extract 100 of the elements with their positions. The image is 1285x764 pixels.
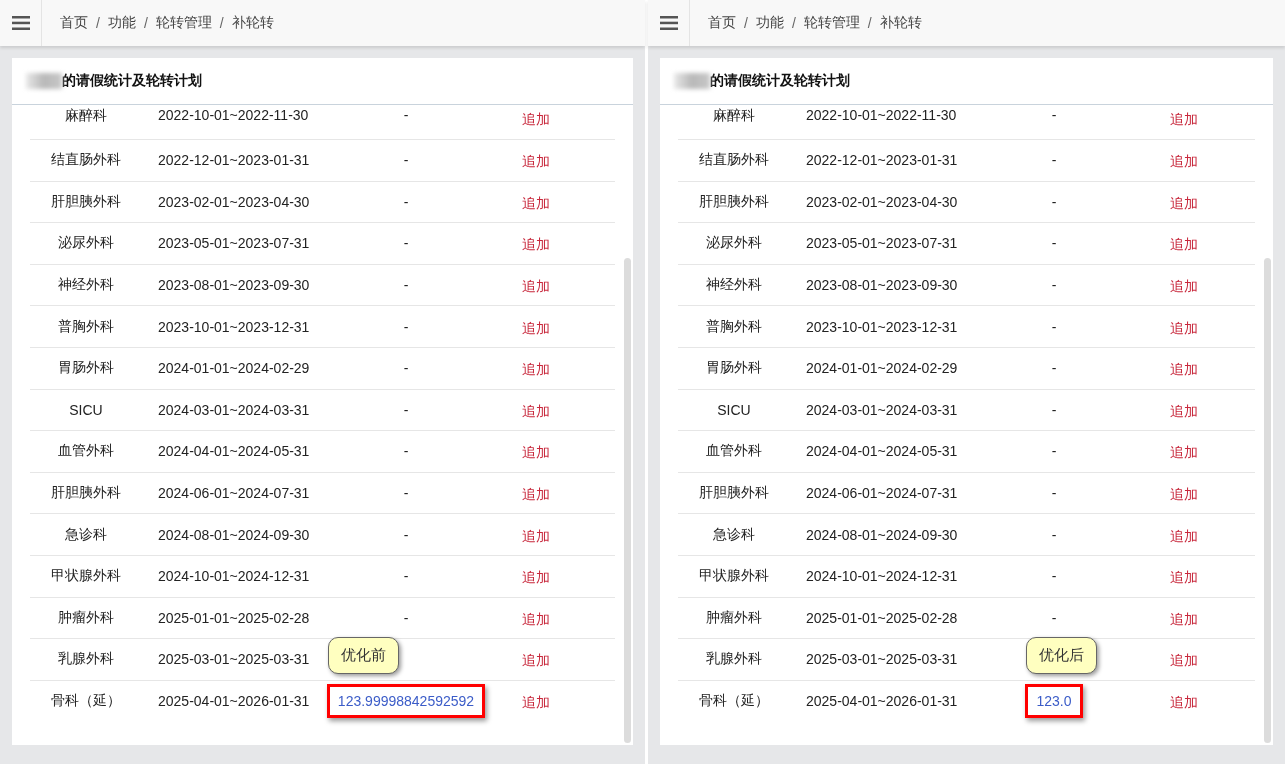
breadcrumb-item[interactable]: 功能 (755, 14, 784, 32)
table-cell: - (403, 277, 409, 294)
breadcrumb-separator: / (791, 15, 796, 31)
breadcrumb-item[interactable]: 首页 (708, 14, 736, 32)
add-link[interactable]: 追加 (1170, 694, 1198, 712)
table-cell-text: 2024-10-01~2024-12-31 (805, 568, 958, 585)
table-cell-text: 2023-10-01~2023-12-31 (157, 318, 310, 335)
breadcrumb-separator: / (96, 15, 100, 31)
breadcrumb-item[interactable]: 首页 (60, 14, 88, 32)
table-cell: - (403, 193, 409, 210)
add-link[interactable]: 追加 (522, 111, 550, 129)
table-cell-text: 2024-03-01~2024-03-31 (805, 401, 958, 418)
table-cell: 急诊科 (713, 525, 755, 544)
breadcrumb-separator: / (219, 15, 224, 31)
add-link[interactable]: 追加 (522, 194, 550, 213)
table-cell: 麻醉科 (65, 107, 107, 125)
callout-label: 优化后 (1026, 637, 1098, 674)
table-cell: - (403, 318, 409, 335)
add-link[interactable]: 追加 (522, 319, 550, 338)
add-link[interactable]: 追加 (1170, 194, 1198, 213)
table-cell-text: 2025-04-01~2026-01-31 (157, 693, 310, 709)
table-cell: - (1051, 277, 1057, 294)
add-link[interactable]: 追加 (522, 694, 550, 712)
add-link[interactable]: 追加 (522, 486, 550, 505)
table-cell: - (1051, 401, 1057, 418)
add-link[interactable]: 追加 (1170, 569, 1198, 588)
breadcrumb-item[interactable]: 补轮转 (879, 14, 922, 32)
table-cell: 肿瘤外科 (706, 608, 762, 627)
add-link[interactable]: 追加 (1170, 361, 1198, 380)
table-cell: - (403, 235, 409, 252)
add-link[interactable]: 追加 (1170, 236, 1198, 255)
table-cell-text: 2022-10-01~2022-11-30 (805, 107, 957, 123)
table-cell: SICU (69, 401, 103, 418)
callout-label: 优化前 (327, 637, 399, 674)
table-cell-text: 2024-04-01~2024-05-31 (157, 443, 310, 460)
add-link[interactable]: 追加 (522, 402, 550, 421)
add-link[interactable]: 追加 (1170, 444, 1198, 463)
table-cell: - (403, 443, 409, 460)
table-cell: - (403, 360, 409, 377)
table-cell-text: 2024-01-01~2024-02-29 (805, 360, 958, 377)
blurred-name (26, 73, 62, 89)
table-cell: - (403, 485, 409, 502)
add-link[interactable]: 追加 (1170, 610, 1198, 629)
add-link[interactable]: 追加 (522, 361, 550, 380)
table-cell: 神经外科 (706, 276, 762, 295)
table-cell-text: 2023-05-01~2023-07-31 (805, 235, 958, 252)
table-cell-text: 2023-02-01~2023-04-30 (805, 193, 958, 210)
table-cell: 血管外科 (58, 442, 114, 461)
add-link[interactable]: 追加 (522, 444, 550, 463)
table-cell: - (403, 152, 409, 169)
add-link[interactable]: 追加 (522, 652, 550, 671)
scrollbar[interactable] (1264, 258, 1271, 743)
add-link[interactable]: 追加 (522, 153, 550, 172)
table-cell: - (1051, 485, 1057, 502)
add-link[interactable]: 追加 (522, 278, 550, 297)
add-link[interactable]: 追加 (1170, 402, 1198, 421)
table-cell: - (403, 401, 409, 418)
table-cell: 甲状腺外科 (699, 567, 769, 586)
add-link[interactable]: 追加 (1170, 652, 1198, 671)
table-cell-text: 2025-03-01~2025-03-31 (805, 651, 958, 668)
breadcrumb-item[interactable]: 轮转管理 (155, 14, 212, 32)
table-cell-text: 2023-10-01~2023-12-31 (805, 318, 958, 335)
add-link[interactable]: 追加 (1170, 319, 1198, 338)
add-link[interactable]: 追加 (522, 236, 550, 255)
table-cell: - (403, 609, 409, 626)
table-cell: 泌尿外科 (706, 234, 762, 253)
table-cell: 骨科（延） (699, 692, 769, 710)
table-cell: - (403, 526, 409, 543)
table-cell: 肿瘤外科 (58, 608, 114, 627)
add-link[interactable]: 追加 (522, 610, 550, 629)
table-cell-text: 2024-08-01~2024-09-30 (157, 526, 310, 543)
breadcrumb-separator: / (143, 15, 148, 31)
table-cell-text: 2022-10-01~2022-11-30 (157, 107, 309, 123)
add-link[interactable]: 追加 (1170, 486, 1198, 505)
table-cell-text: 2025-04-01~2026-01-31 (805, 693, 958, 709)
table-cell: 结直肠外科 (51, 151, 121, 170)
breadcrumb-item[interactable]: 功能 (107, 14, 136, 32)
table-cell-text: 2023-05-01~2023-07-31 (157, 235, 310, 252)
table-cell: 普胸外科 (706, 317, 762, 336)
table-cell: 甲状腺外科 (51, 567, 121, 586)
table-cell: SICU (717, 401, 751, 418)
table-cell-text: 2024-06-01~2024-07-31 (157, 485, 310, 502)
table-cell: 胃肠外科 (58, 359, 114, 378)
table-cell-text: 2025-01-01~2025-02-28 (805, 609, 958, 626)
add-link[interactable]: 追加 (522, 527, 550, 546)
add-link[interactable]: 追加 (1170, 153, 1198, 172)
table-cell: - (1051, 568, 1057, 585)
table-cell-text: 2023-08-01~2023-09-30 (157, 277, 310, 294)
scrollbar[interactable] (624, 258, 631, 743)
breadcrumb-item[interactable]: 补轮转 (231, 14, 274, 32)
table-cell: - (1051, 235, 1057, 252)
table-cell-text: 2025-01-01~2025-02-28 (157, 609, 310, 626)
add-link[interactable]: 追加 (1170, 527, 1198, 546)
add-link[interactable]: 追加 (522, 569, 550, 588)
table-cell: 胃肠外科 (706, 359, 762, 378)
table-cell: 结直肠外科 (699, 151, 769, 170)
breadcrumb-item[interactable]: 轮转管理 (803, 14, 860, 32)
add-link[interactable]: 追加 (1170, 111, 1198, 129)
add-link[interactable]: 追加 (1170, 278, 1198, 297)
table-cell-text: 2024-03-01~2024-03-31 (157, 401, 310, 418)
